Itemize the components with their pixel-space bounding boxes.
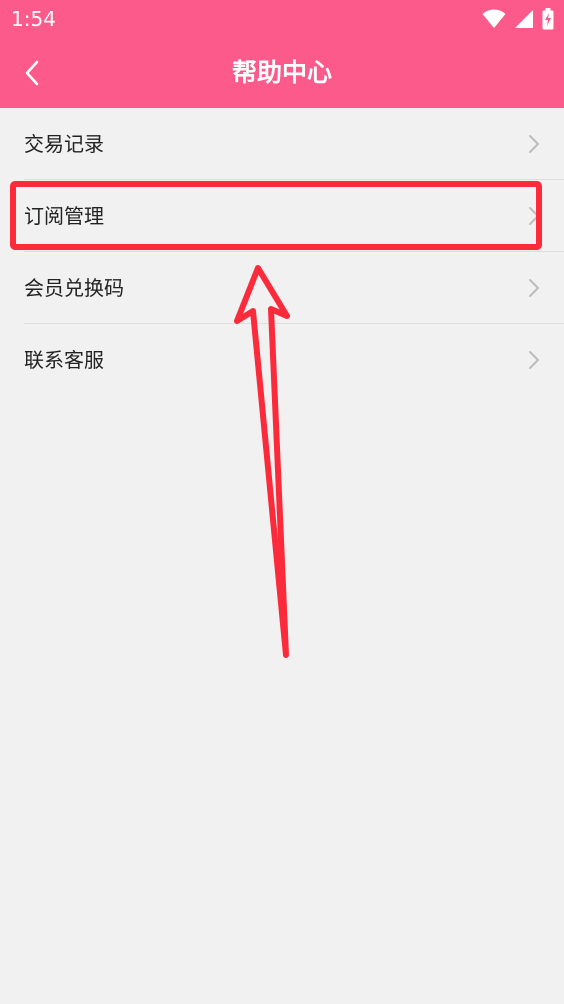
battery-charging-icon [542,8,554,30]
menu-item-transaction-records[interactable]: 交易记录 [0,108,564,180]
chevron-right-icon [529,279,539,297]
signal-icon [515,10,533,28]
highlight-box [10,181,542,250]
chevron-right-icon [529,135,539,153]
wifi-icon [482,9,506,28]
status-time: 1:54 [11,7,56,31]
menu-list: 交易记录 订阅管理 会员兑换码 联系客服 [0,108,564,396]
page-title: 帮助中心 [231,58,332,87]
app-bar: 帮助中心 [0,37,564,108]
menu-item-membership-redeem-code[interactable]: 会员兑换码 [0,252,564,324]
menu-item-label: 会员兑换码 [24,276,124,300]
menu-item-label: 交易记录 [24,132,104,156]
status-icons [482,8,554,30]
chevron-right-icon [529,351,539,369]
menu-item-label: 联系客服 [24,348,104,372]
menu-item-contact-support[interactable]: 联系客服 [0,324,564,396]
status-bar: 1:54 [0,0,564,37]
